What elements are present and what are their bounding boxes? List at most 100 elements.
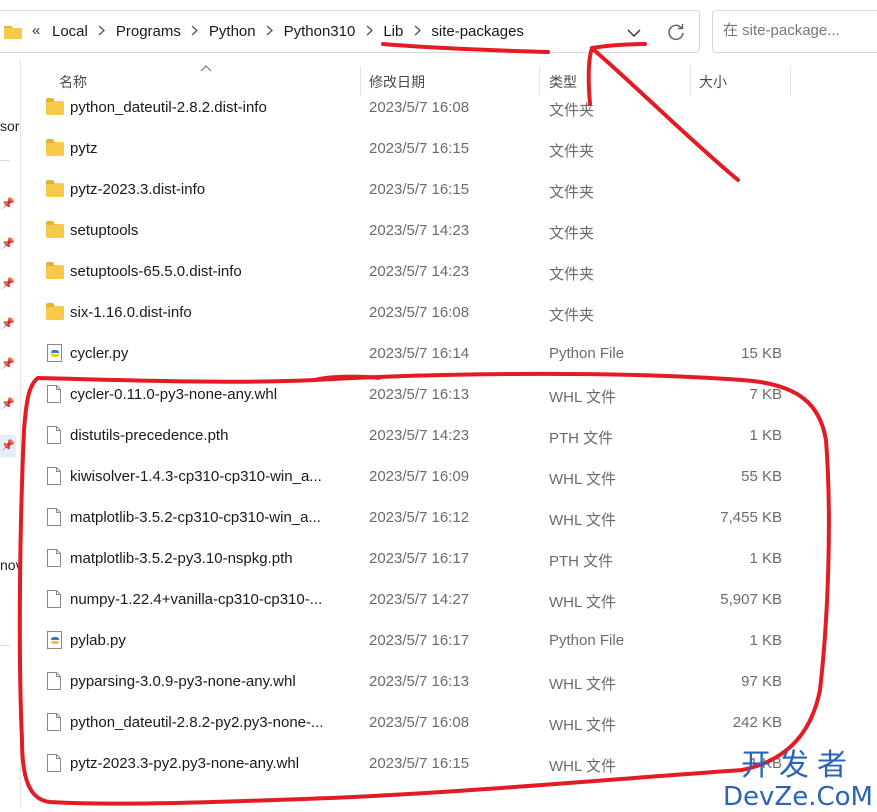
file-row[interactable]: cycler-0.11.0-py3-none-any.whl 2023/5/7 1… (40, 374, 800, 415)
file-type: PTH 文件 (549, 430, 614, 447)
search-input[interactable] (721, 21, 875, 40)
file-name[interactable]: cycler-0.11.0-py3-none-any.whl (70, 386, 277, 403)
file-date: 2023/5/7 16:13 (369, 673, 470, 690)
breadcrumb-separator-icon[interactable] (183, 23, 207, 40)
file-type: WHL 文件 (549, 758, 616, 775)
breadcrumb-item[interactable]: Python (207, 23, 258, 40)
file-icon (47, 713, 64, 731)
folder-icon (46, 98, 64, 115)
navigation-pane: sor 📌 📌 📌 📌 📌 📌 📌 nov (0, 60, 23, 809)
file-size: 7 KB (749, 386, 782, 403)
sidebar-partial-label[interactable]: nov (0, 557, 23, 573)
file-row[interactable]: pytz-2023.3-py2.py3-none-any.whl 2023/5/7… (40, 743, 800, 784)
pin-icon: 📌 (1, 318, 15, 330)
file-date: 2023/5/7 16:17 (369, 632, 470, 649)
file-date: 2023/5/7 16:15 (369, 140, 470, 157)
breadcrumb-item[interactable]: Programs (114, 23, 183, 40)
file-name[interactable]: setuptools (70, 222, 138, 239)
file-icon (47, 590, 64, 608)
file-date: 2023/5/7 16:15 (369, 755, 470, 772)
file-row[interactable]: pytz 2023/5/7 16:15 文件夹 (40, 128, 800, 169)
file-row[interactable]: python_dateutil-2.8.2-py2.py3-none-... 20… (40, 702, 800, 743)
file-name[interactable]: six-1.16.0.dist-info (70, 304, 192, 321)
file-row[interactable]: kiwisolver-1.4.3-cp310-cp310-win_a... 202… (40, 456, 800, 497)
sort-ascending-icon (200, 65, 212, 72)
breadcrumb-item[interactable]: site-packages (429, 23, 526, 40)
file-row[interactable]: setuptools 2023/5/7 14:23 文件夹 (40, 210, 800, 251)
file-icon (47, 754, 64, 772)
pin-icon: 📌 (1, 238, 15, 250)
breadcrumb-separator-icon[interactable] (90, 23, 114, 40)
address-bar[interactable]: « Local Programs Python Python310 Lib site-pa… (0, 10, 700, 53)
file-type: 文件夹 (549, 102, 595, 119)
file-row[interactable]: numpy-1.22.4+vanilla-cp310-cp310-... 2023… (40, 579, 800, 620)
pin-icon: 📌 (1, 358, 15, 370)
breadcrumb-item[interactable]: Lib (381, 23, 405, 40)
overflow-chevron-icon[interactable]: « (32, 22, 40, 39)
file-name[interactable]: pyparsing-3.0.9-py3-none-any.whl (70, 673, 296, 690)
breadcrumb-separator-icon[interactable] (405, 23, 429, 40)
file-row[interactable]: pyparsing-3.0.9-py3-none-any.whl 2023/5/7… (40, 661, 800, 702)
file-name[interactable]: python_dateutil-2.8.2.dist-info (70, 99, 267, 116)
file-date: 2023/5/7 14:27 (369, 591, 470, 608)
file-icon (47, 467, 64, 485)
file-type: WHL 文件 (549, 717, 616, 734)
file-row[interactable]: pytz-2023.3.dist-info 2023/5/7 16:15 文件夹 (40, 169, 800, 210)
file-row[interactable]: setuptools-65.5.0.dist-info 2023/5/7 14:2… (40, 251, 800, 292)
file-type: Python File (549, 632, 625, 649)
file-size: 1 KB (749, 427, 782, 444)
file-type: PTH 文件 (549, 553, 614, 570)
breadcrumb-item[interactable]: Local (50, 23, 90, 40)
chevron-down-icon[interactable] (627, 28, 641, 38)
pin-icon: 📌 (1, 398, 15, 410)
sidebar-divider (0, 160, 10, 161)
file-size: 5,907 KB (720, 591, 782, 608)
folder-icon (46, 262, 64, 279)
file-date: 2023/5/7 16:14 (369, 345, 470, 362)
file-date: 2023/5/7 16:12 (369, 509, 470, 526)
file-name[interactable]: matplotlib-3.5.2-py3.10-nspkg.pth (70, 550, 293, 567)
file-row[interactable]: six-1.16.0.dist-info 2023/5/7 16:08 文件夹 (40, 292, 800, 333)
file-date: 2023/5/7 14:23 (369, 427, 470, 444)
file-name[interactable]: cycler.py (70, 345, 128, 362)
breadcrumb-separator-icon[interactable] (357, 23, 381, 40)
file-type: WHL 文件 (549, 512, 616, 529)
sidebar-partial-label[interactable]: sor (0, 118, 19, 134)
breadcrumb-item[interactable]: Python310 (282, 23, 358, 40)
folder-icon (46, 221, 64, 238)
file-size: 55 KB (741, 468, 782, 485)
file-type: WHL 文件 (549, 676, 616, 693)
file-name[interactable]: kiwisolver-1.4.3-cp310-cp310-win_a... (70, 468, 322, 485)
file-name[interactable]: python_dateutil-2.8.2-py2.py3-none-... (70, 714, 324, 731)
file-size: 97 KB (741, 673, 782, 690)
file-row[interactable]: matplotlib-3.5.2-py3.10-nspkg.pth 2023/5/… (40, 538, 800, 579)
file-row[interactable]: matplotlib-3.5.2-cp310-cp310-win_a... 202… (40, 497, 800, 538)
file-name[interactable]: distutils-precedence.pth (70, 427, 228, 444)
search-box[interactable] (712, 10, 877, 53)
folder-icon (4, 26, 22, 39)
refresh-icon[interactable] (667, 23, 685, 41)
pin-icon: 📌 (1, 278, 15, 290)
breadcrumb-separator-icon[interactable] (258, 23, 282, 40)
file-date: 2023/5/7 16:17 (369, 550, 470, 567)
python-file-icon (47, 631, 64, 649)
file-type: 文件夹 (549, 143, 595, 160)
file-row[interactable]: cycler.py 2023/5/7 16:14 Python File 15 KB (40, 333, 800, 374)
file-row[interactable]: python_dateutil-2.8.2.dist-info 2023/5/7 … (40, 87, 800, 128)
file-row[interactable]: pylab.py 2023/5/7 16:17 Python File 1 KB (40, 620, 800, 661)
file-name[interactable]: matplotlib-3.5.2-cp310-cp310-win_a... (70, 509, 321, 526)
file-date: 2023/5/7 16:08 (369, 714, 470, 731)
file-name[interactable]: pytz-2023.3.dist-info (70, 181, 205, 198)
file-name[interactable]: pytz (70, 140, 98, 157)
folder-icon (46, 303, 64, 320)
file-name[interactable]: setuptools-65.5.0.dist-info (70, 263, 242, 280)
file-date: 2023/5/7 16:08 (369, 304, 470, 321)
file-name[interactable]: pytz-2023.3-py2.py3-none-any.whl (70, 755, 299, 772)
watermark: 开发者 DevZe.CoM (718, 740, 877, 810)
file-name[interactable]: pylab.py (70, 632, 126, 649)
file-name[interactable]: numpy-1.22.4+vanilla-cp310-cp310-... (70, 591, 322, 608)
sidebar-divider (0, 645, 10, 646)
pin-icon: 📌 (1, 198, 15, 210)
file-size: 242 KB (732, 714, 782, 731)
file-row[interactable]: distutils-precedence.pth 2023/5/7 14:23 PT… (40, 415, 800, 456)
